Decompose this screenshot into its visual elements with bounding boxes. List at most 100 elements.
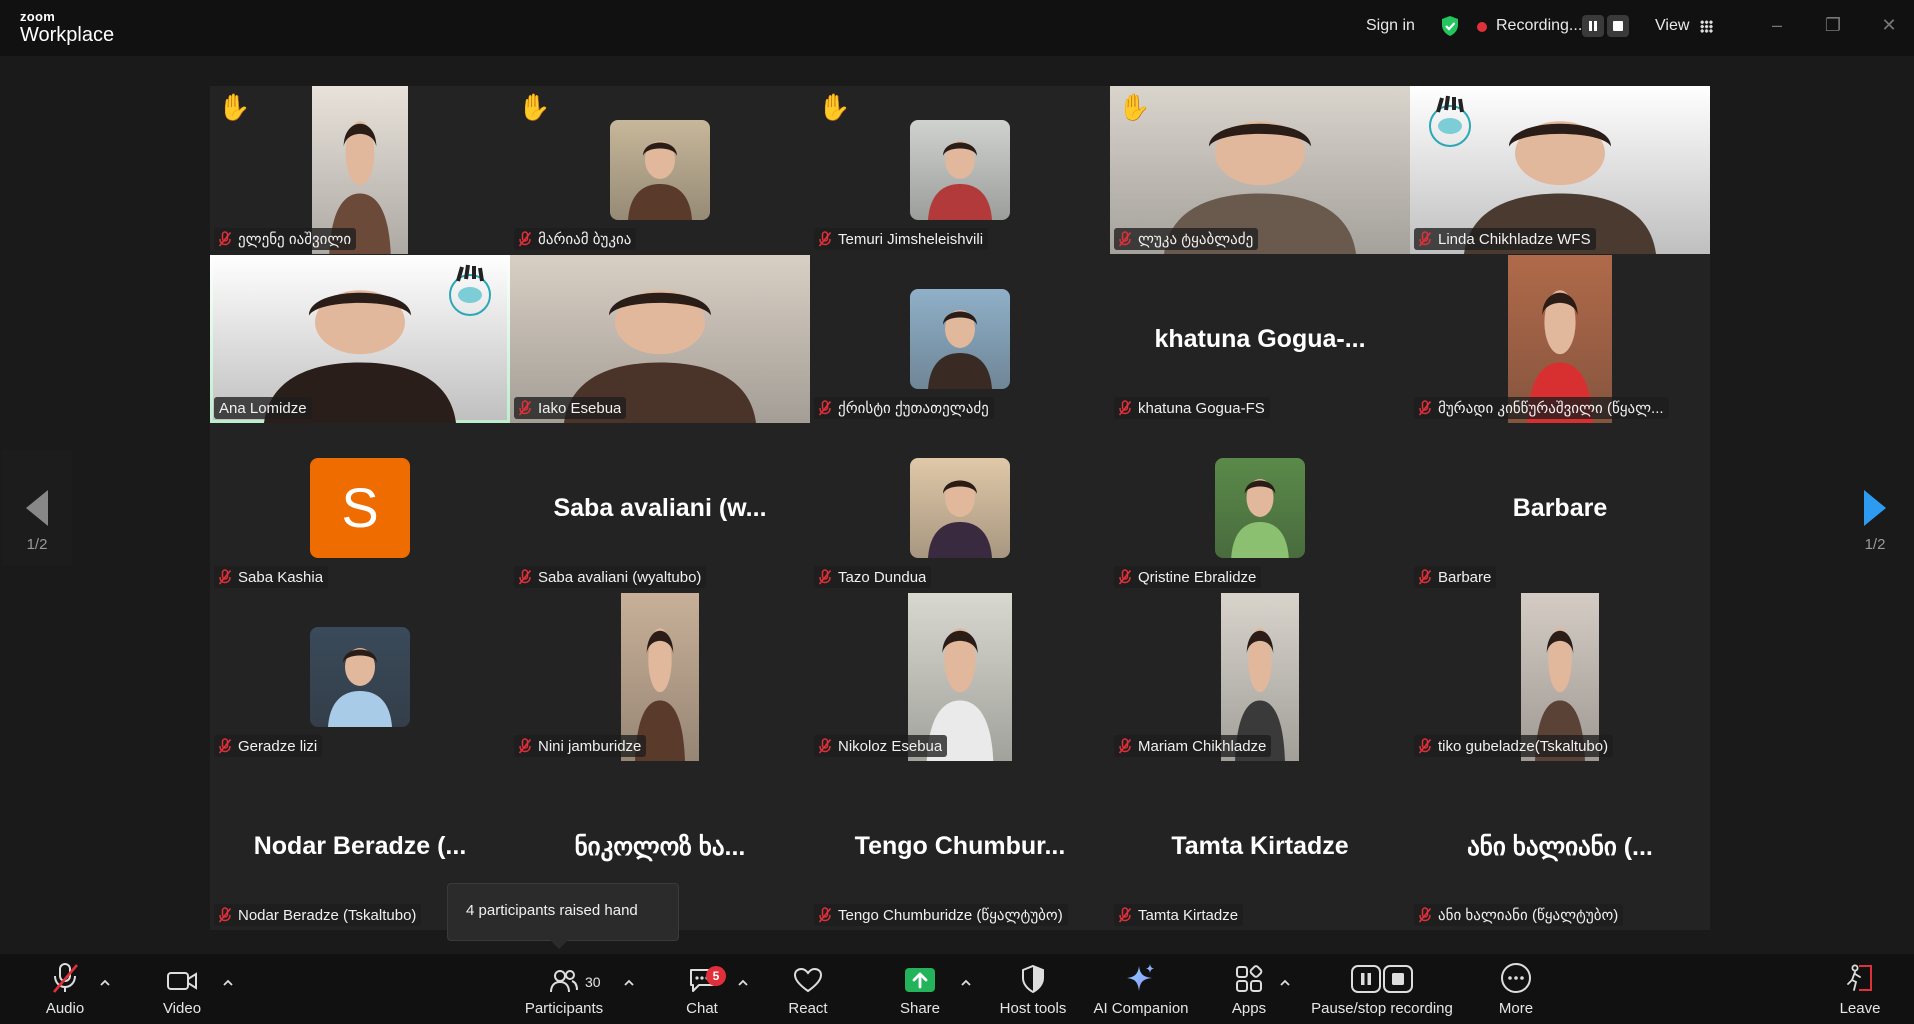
participant-name-label: Qristine Ebralidze	[1114, 566, 1262, 588]
participant-tile[interactable]: Nini jamburidze	[510, 593, 810, 761]
share-options-chevron-icon[interactable]	[959, 976, 973, 990]
mic-muted-icon	[518, 569, 532, 585]
participant-tile[interactable]: Tengo Chumbur... Tengo Chumburidze (წყალტ…	[810, 762, 1110, 930]
participant-name-label: ლუკა ტყაბლაძე	[1114, 228, 1259, 250]
participant-name-label: ელენე იაშვილი	[214, 228, 357, 250]
host-shield-icon	[993, 954, 1073, 994]
participant-tile[interactable]: khatuna Gogua-... khatuna Gogua-FS	[1110, 255, 1410, 423]
participant-name-label: Nikoloz Esebua	[814, 735, 948, 757]
sign-in-link[interactable]: Sign in	[1366, 17, 1415, 35]
mic-muted-icon	[518, 400, 532, 416]
participant-tile[interactable]: Saba avaliani (w... Saba avaliani (wyaltu…	[510, 424, 810, 592]
mic-muted-icon	[218, 907, 232, 923]
react-button[interactable]: React	[778, 954, 838, 1024]
participant-name: მურადი კინწურაშვილი (წყალ...	[1438, 400, 1664, 417]
participant-tile[interactable]: Qristine Ebralidze	[1110, 424, 1410, 592]
participant-tile[interactable]: ✋ ლუკა ტყაბლაძე	[1110, 86, 1410, 254]
participant-name: Qristine Ebralidze	[1138, 568, 1257, 586]
mic-muted-icon	[518, 738, 532, 754]
participant-tile[interactable]: Tazo Dundua	[810, 424, 1110, 592]
participant-name: Tazo Dundua	[838, 568, 927, 586]
participant-display-name: Tamta Kirtadze	[1171, 832, 1349, 860]
participant-display-name: Nodar Beradze (...	[253, 832, 467, 860]
organization-logo	[440, 261, 500, 326]
participant-tile[interactable]: Nikoloz Esebua	[810, 593, 1110, 761]
apps-options-chevron-icon[interactable]	[1278, 976, 1292, 990]
participant-name: Nikoloz Esebua	[838, 737, 943, 755]
participant-name-label: Nodar Beradze (Tskaltubo)	[214, 904, 422, 926]
participant-video	[1215, 458, 1305, 558]
maximize-icon[interactable]: ❐	[1822, 14, 1844, 36]
ai-companion-button[interactable]: AI Companion	[1087, 954, 1195, 1024]
top-bar: zoom Workplace Sign in Recording... View…	[0, 0, 1914, 56]
share-button[interactable]: Share	[890, 954, 950, 1024]
more-button[interactable]: More	[1486, 954, 1546, 1024]
pause-stop-icon	[1304, 954, 1460, 994]
participant-tile[interactable]: Mariam Chikhladze	[1110, 593, 1410, 761]
participant-tile[interactable]: Ana Lomidze	[210, 255, 510, 423]
leave-button[interactable]: Leave	[1830, 954, 1890, 1024]
video-options-chevron-icon[interactable]	[221, 976, 235, 990]
audio-options-chevron-icon[interactable]	[98, 976, 112, 990]
participant-name-label: khatuna Gogua-FS	[1114, 397, 1270, 419]
participant-name: Nini jamburidze	[538, 737, 642, 755]
page-indicator-left: 1/2	[26, 536, 48, 553]
leave-label: Leave	[1839, 1000, 1881, 1017]
participant-name: მარიამ ბუკია	[538, 231, 632, 248]
participant-name: Iako Esebua	[538, 399, 622, 417]
participant-tile[interactable]: Tamta Kirtadze Tamta Kirtadze	[1110, 762, 1410, 930]
participant-display-name: ნიკოლოზ ხა...	[574, 833, 746, 861]
chat-options-chevron-icon[interactable]	[736, 976, 750, 990]
participant-name: Linda Chikhladze WFS	[1438, 230, 1591, 248]
mic-muted-icon	[1118, 400, 1132, 416]
participant-name: Ana Lomidze	[219, 399, 307, 417]
audio-button[interactable]: Audio	[34, 954, 96, 1024]
raised-hand-icon: ✋	[518, 92, 551, 122]
apps-label: Apps	[1231, 1000, 1267, 1017]
participant-name-label: Saba Kashia	[214, 566, 329, 588]
participant-name: khatuna Gogua-FS	[1138, 399, 1265, 417]
logo-workplace: Workplace	[20, 24, 115, 46]
participant-video	[610, 120, 710, 220]
close-icon[interactable]: ✕	[1878, 14, 1900, 36]
host-tools-button[interactable]: Host tools	[993, 954, 1073, 1024]
ai-companion-label: AI Companion	[1093, 1000, 1189, 1017]
video-camera-icon	[150, 954, 214, 994]
participants-options-chevron-icon[interactable]	[622, 976, 636, 990]
chevron-left-icon	[26, 490, 48, 526]
previous-page-button[interactable]: 1/2	[2, 450, 72, 565]
view-button[interactable]: View	[1655, 17, 1689, 35]
participant-name: Saba avaliani (wyaltubo)	[538, 568, 702, 586]
participant-tile[interactable]: Geradze lizi	[210, 593, 510, 761]
chat-button[interactable]: Chat	[672, 954, 732, 1024]
pause-recording-button[interactable]	[1582, 15, 1604, 37]
participant-tile[interactable]: S Saba Kashia	[210, 424, 510, 592]
apps-button[interactable]: Apps	[1219, 954, 1279, 1024]
pause-stop-recording-button[interactable]: Pause/stop recording	[1304, 954, 1460, 1024]
participant-tile[interactable]: Iako Esebua	[510, 255, 810, 423]
mic-muted-icon	[818, 400, 832, 416]
video-button[interactable]: Video	[150, 954, 214, 1024]
mic-muted-icon	[1418, 907, 1432, 923]
stop-recording-button[interactable]	[1607, 15, 1629, 37]
participant-tile[interactable]: ✋ მარიამ ბუკია	[510, 86, 810, 254]
grid-view-icon[interactable]	[1700, 20, 1713, 33]
minimize-icon[interactable]: –	[1766, 14, 1788, 36]
recording-dot-icon	[1477, 22, 1487, 32]
participant-tile[interactable]: tiko gubeladze(Tskaltubo)	[1410, 593, 1710, 761]
chat-unread-badge: 5	[706, 966, 726, 986]
participant-name: Temuri Jimsheleishvili	[838, 230, 984, 248]
participant-tile[interactable]: ქრისტი ქუთათელაძე	[810, 255, 1110, 423]
participant-tile[interactable]: ✋ Temuri Jimsheleishvili	[810, 86, 1110, 254]
heart-icon	[778, 954, 838, 994]
participant-tile[interactable]: ანი ხალიანი (... ანი ხალიანი (წყალტუბო)	[1410, 762, 1710, 930]
next-page-button[interactable]: 1/2	[1840, 450, 1910, 565]
participant-tile[interactable]: Linda Chikhladze WFS	[1410, 86, 1710, 254]
logo-zoom: zoom	[20, 9, 56, 24]
mic-muted-icon	[1418, 231, 1432, 247]
video-label: Video	[162, 1000, 202, 1017]
shield-check-icon[interactable]	[1440, 15, 1460, 37]
participant-tile[interactable]: Barbare Barbare	[1410, 424, 1710, 592]
participant-tile[interactable]: მურადი კინწურაშვილი (წყალ...	[1410, 255, 1710, 423]
participant-tile[interactable]: ✋ ელენე იაშვილი	[210, 86, 510, 254]
